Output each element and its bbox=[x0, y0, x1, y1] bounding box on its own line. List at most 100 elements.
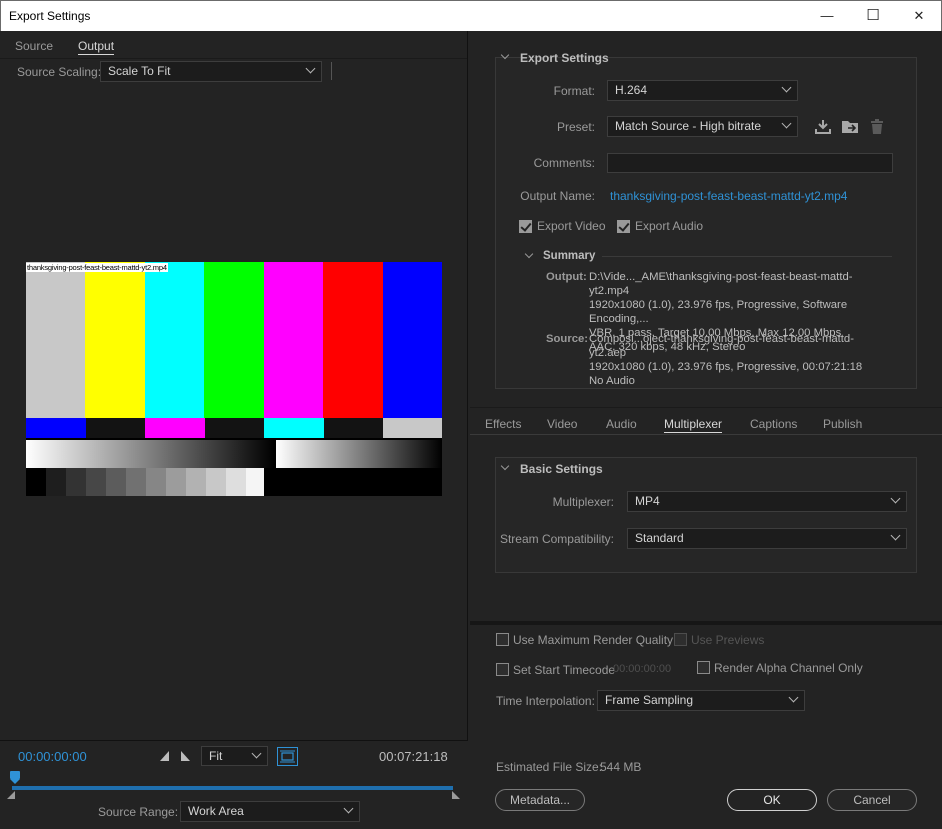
cancel-button[interactable]: Cancel bbox=[827, 789, 917, 811]
multiplexer-dropdown[interactable]: MP4 bbox=[627, 491, 907, 512]
delete-preset-icon[interactable] bbox=[869, 118, 885, 135]
minimize-button[interactable]: — bbox=[804, 1, 850, 31]
tab-video[interactable]: Video bbox=[547, 417, 577, 431]
format-label: Format: bbox=[553, 84, 595, 98]
export-audio-checkbox[interactable] bbox=[617, 220, 630, 233]
timecode-end: 00:07:21:18 bbox=[379, 749, 448, 764]
format-value: H.264 bbox=[615, 83, 648, 97]
summary-source-line: Composi...oject-thanksgiving-post-feast-… bbox=[589, 333, 854, 359]
summary-header: Summary bbox=[543, 250, 596, 262]
aspect-icon bbox=[280, 750, 295, 763]
save-preset-icon[interactable] bbox=[814, 118, 832, 135]
tab-effects[interactable]: Effects bbox=[485, 417, 521, 431]
start-timecode-value: 00:00:00:00 bbox=[613, 663, 672, 675]
file-size-value: 544 MB bbox=[600, 760, 642, 774]
close-icon: ✕ bbox=[913, 8, 925, 23]
fit-value: Fit bbox=[209, 749, 223, 763]
aspect-correction-button[interactable] bbox=[277, 747, 298, 766]
tab-multiplexer[interactable]: Multiplexer bbox=[664, 417, 723, 433]
chevron-down-icon bbox=[781, 118, 792, 129]
ok-button[interactable]: OK bbox=[727, 789, 817, 811]
fit-dropdown[interactable]: Fit bbox=[201, 746, 268, 766]
summary-output-line: 1920x1080 (1.0), 23.976 fps, Progressive… bbox=[589, 299, 848, 325]
stream-compat-value: Standard bbox=[635, 531, 684, 545]
source-range-dropdown[interactable]: Work Area bbox=[180, 801, 360, 822]
stream-compat-dropdown[interactable]: Standard bbox=[627, 528, 907, 549]
timeline-bar[interactable] bbox=[12, 786, 453, 790]
preset-value: Match Source - High bitrate bbox=[615, 119, 762, 133]
settings-pane: Export Settings Format: H.264 Preset: Ma… bbox=[470, 31, 942, 829]
stream-compat-label: Stream Compatibility: bbox=[499, 532, 614, 546]
source-scaling-dropdown[interactable]: Scale To Fit bbox=[100, 61, 322, 82]
preview-filename: thanksgiving-post-feast-beast-mattd-yt2.… bbox=[26, 263, 168, 272]
time-interp-value: Frame Sampling bbox=[605, 693, 694, 707]
export-video-checkbox[interactable] bbox=[519, 220, 532, 233]
comments-label: Comments: bbox=[533, 156, 595, 170]
source-scaling-value: Scale To Fit bbox=[108, 64, 171, 78]
tab-publish[interactable]: Publish bbox=[823, 417, 862, 431]
time-interp-dropdown[interactable]: Frame Sampling bbox=[597, 690, 805, 711]
summary-source: Composi...oject-thanksgiving-post-feast-… bbox=[589, 332, 889, 388]
chevron-down-icon bbox=[781, 82, 792, 93]
chevron-down-icon bbox=[890, 493, 901, 504]
use-previews-checkbox bbox=[674, 633, 687, 646]
use-previews-label: Use Previews bbox=[691, 633, 765, 647]
export-settings-header: Export Settings bbox=[520, 51, 609, 65]
basic-settings-header: Basic Settings bbox=[520, 462, 603, 476]
source-range-value: Work Area bbox=[188, 804, 244, 818]
multiplexer-label: Multiplexer: bbox=[552, 495, 614, 509]
preset-dropdown[interactable]: Match Source - High bitrate bbox=[607, 116, 798, 137]
minimize-icon: — bbox=[820, 8, 834, 23]
format-dropdown[interactable]: H.264 bbox=[607, 80, 798, 101]
export-video-label[interactable]: Export Video bbox=[537, 219, 606, 233]
multiplexer-value: MP4 bbox=[635, 494, 660, 508]
summary-source-label: Source: bbox=[546, 333, 589, 345]
tab-captions[interactable]: Captions bbox=[750, 417, 797, 431]
comments-input[interactable] bbox=[607, 153, 893, 173]
color-bars-image bbox=[26, 262, 442, 496]
tab-output[interactable]: Output bbox=[78, 39, 115, 55]
summary-output-label: Output: bbox=[546, 271, 587, 283]
summary-source-line: 1920x1080 (1.0), 23.976 fps, Progressive… bbox=[589, 361, 863, 373]
tab-source[interactable]: Source bbox=[15, 39, 53, 53]
chevron-down-icon bbox=[251, 748, 262, 759]
file-size-label: Estimated File Size: bbox=[496, 760, 603, 774]
out-point-marker[interactable] bbox=[451, 790, 461, 800]
maximize-button[interactable]: ☐ bbox=[850, 1, 896, 31]
max-render-label[interactable]: Use Maximum Render Quality bbox=[513, 633, 673, 647]
max-render-checkbox[interactable] bbox=[496, 633, 509, 646]
timeline-area: 00:00:00:00 Fit 00:07:21:18 Source Range… bbox=[0, 740, 468, 829]
tab-audio[interactable]: Audio bbox=[606, 417, 637, 431]
maximize-icon: ☐ bbox=[866, 7, 880, 24]
render-alpha-label[interactable]: Render Alpha Channel Only bbox=[714, 661, 863, 675]
divider bbox=[470, 621, 942, 625]
output-name-link[interactable]: thanksgiving-post-feast-beast-mattd-yt2.… bbox=[610, 189, 847, 203]
playhead-handle[interactable] bbox=[9, 770, 21, 786]
window-title: Export Settings bbox=[9, 9, 91, 23]
source-range-label: Source Range: bbox=[98, 805, 179, 819]
settings-tabs: Effects Video Audio Multiplexer Captions… bbox=[470, 407, 942, 435]
chevron-down-icon bbox=[343, 803, 354, 814]
mark-out-icon[interactable] bbox=[180, 750, 192, 762]
in-point-marker[interactable] bbox=[6, 790, 16, 800]
metadata-button[interactable]: Metadata... bbox=[495, 789, 585, 811]
render-alpha-checkbox[interactable] bbox=[697, 661, 710, 674]
output-name-label: Output Name: bbox=[520, 189, 595, 203]
export-audio-label[interactable]: Export Audio bbox=[635, 219, 703, 233]
summary-output-line: D:\Vide..._AME\thanksgiving-post-feast-b… bbox=[589, 271, 853, 297]
import-preset-icon[interactable] bbox=[841, 118, 859, 135]
close-button[interactable]: ✕ bbox=[896, 1, 942, 31]
title-bar: Export Settings — ☐ ✕ bbox=[0, 0, 942, 31]
video-preview: thanksgiving-post-feast-beast-mattd-yt2.… bbox=[26, 262, 442, 496]
mark-in-icon[interactable] bbox=[159, 750, 171, 762]
time-interp-label: Time Interpolation: bbox=[496, 694, 595, 708]
chevron-down-icon bbox=[788, 692, 799, 703]
chevron-down-icon bbox=[890, 530, 901, 541]
preset-label: Preset: bbox=[556, 120, 595, 134]
summary-source-line: No Audio bbox=[589, 375, 635, 387]
source-scaling-label: Source Scaling: bbox=[17, 65, 102, 79]
timecode-start[interactable]: 00:00:00:00 bbox=[18, 749, 87, 764]
chevron-down-icon bbox=[305, 63, 316, 74]
start-timecode-label[interactable]: Set Start Timecode bbox=[513, 663, 615, 677]
start-timecode-checkbox[interactable] bbox=[496, 663, 509, 676]
